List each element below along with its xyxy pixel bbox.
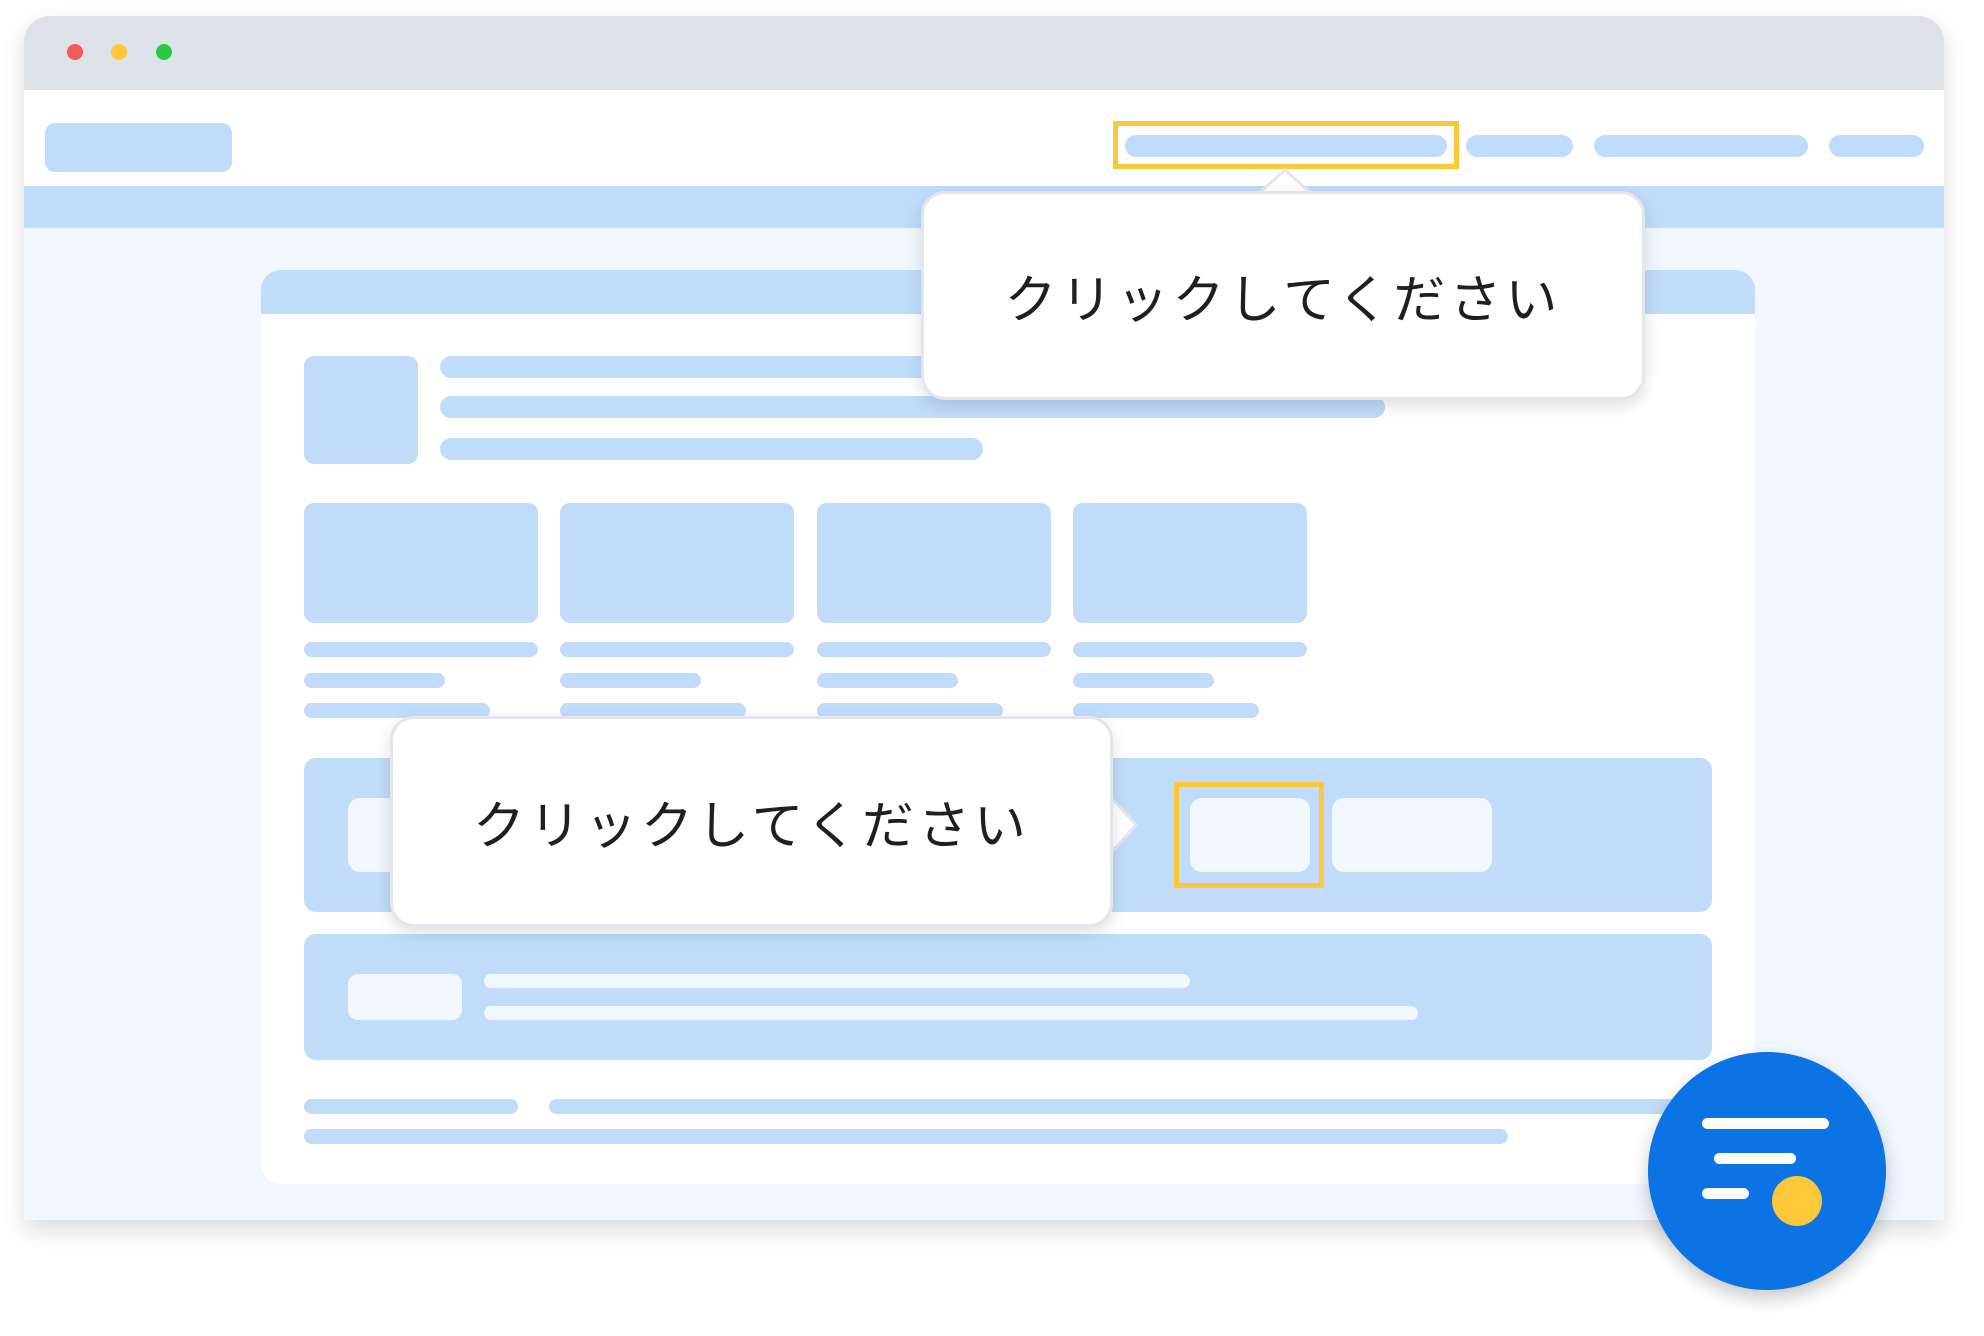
close-window-button[interactable] [67, 44, 83, 60]
nav-link-4[interactable] [1829, 135, 1924, 157]
profile-thumbnail [304, 356, 418, 464]
nav-link-2[interactable] [1466, 135, 1573, 157]
minimize-window-button[interactable] [111, 44, 127, 60]
tooltip-top: クリックしてください [921, 191, 1645, 400]
info-panel-text-line-1 [484, 974, 1190, 988]
nav-link-3[interactable] [1594, 135, 1808, 157]
panel-button-3[interactable] [1332, 798, 1492, 872]
info-panel [304, 934, 1712, 1060]
footer-text-line-2 [549, 1099, 1689, 1114]
footer-text-line-1 [304, 1099, 518, 1114]
maximize-window-button[interactable] [156, 44, 172, 60]
product-card-image-3[interactable] [817, 503, 1051, 623]
list-with-badge-icon [1648, 1052, 1886, 1290]
product-card-image-2[interactable] [560, 503, 794, 623]
footer-text-line-3 [304, 1129, 1508, 1144]
product-card-line [817, 642, 1051, 657]
product-card-line [1073, 673, 1214, 688]
floating-menu-button[interactable] [1648, 1052, 1886, 1290]
site-header [24, 90, 1944, 186]
product-card-line [560, 673, 701, 688]
product-card-image-1[interactable] [304, 503, 538, 623]
profile-text-line-3 [440, 438, 983, 460]
info-panel-button[interactable] [348, 974, 462, 1020]
nav-link-1[interactable] [1125, 135, 1447, 157]
tooltip-middle: クリックしてください [390, 716, 1113, 927]
product-card-line [817, 673, 958, 688]
tooltip-middle-arrow [1110, 793, 1139, 857]
product-card-line [304, 673, 445, 688]
browser-title-bar [24, 16, 1944, 90]
product-card-line [560, 642, 794, 657]
panel-button-2[interactable] [1190, 798, 1310, 872]
product-card-line [1073, 703, 1259, 718]
product-card-line [304, 642, 538, 657]
tooltip-middle-text: クリックしてください [473, 797, 1030, 857]
tooltip-top-text: クリックしてください [1004, 271, 1562, 331]
info-panel-text-line-2 [484, 1006, 1418, 1020]
product-card-line [1073, 642, 1307, 657]
product-card-image-4[interactable] [1073, 503, 1307, 623]
site-logo[interactable] [45, 123, 232, 172]
